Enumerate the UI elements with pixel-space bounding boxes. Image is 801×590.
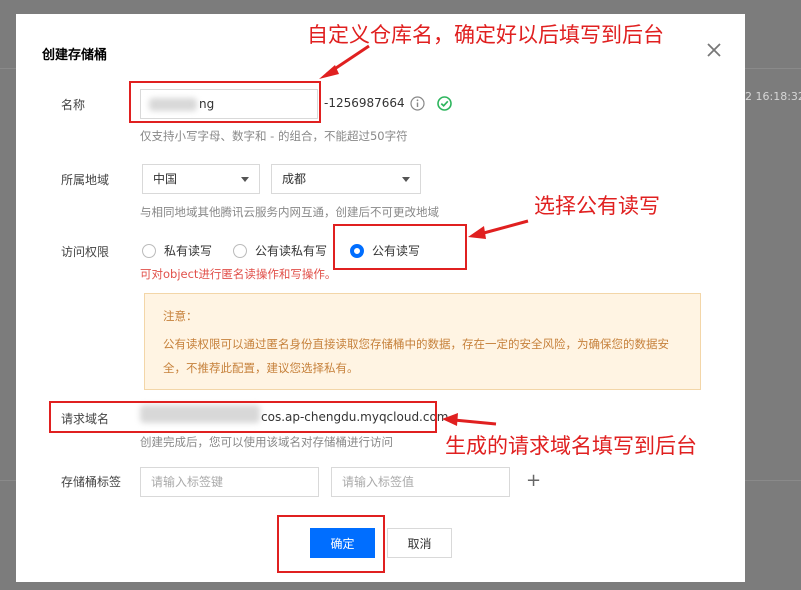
- create-bucket-dialog: 创建存储桶 名称 ng -1256987664 仅支持小写字母、数字和 - 的组…: [16, 14, 745, 582]
- appid-text: -1256987664: [324, 96, 405, 110]
- radio-label: 公有读私有写: [255, 244, 328, 258]
- annotation-access-note: 选择公有读写: [534, 194, 660, 218]
- close-icon[interactable]: [704, 40, 724, 60]
- radio-public-read-private-write[interactable]: 公有读私有写: [233, 242, 327, 259]
- annotation-domain-note: 生成的请求域名填写到后台: [445, 434, 697, 458]
- notice-box: 注意： 公有读权限可以通过匿名身份直接读取您存储桶中的数据，存在一定的安全风险，…: [144, 293, 701, 390]
- name-hint: 仅支持小写字母、数字和 - 的组合，不能超过50字符: [140, 129, 408, 143]
- chevron-down-icon: [402, 177, 410, 182]
- tag-value-input[interactable]: 请输入标签值: [331, 467, 510, 497]
- info-icon[interactable]: [410, 96, 425, 111]
- notice-body: 公有读权限可以通过匿名身份直接读取您存储桶中的数据，存在一定的安全风险，为确保您…: [163, 337, 669, 375]
- notice-title: 注意：: [163, 309, 198, 323]
- cancel-button[interactable]: 取消: [387, 528, 452, 558]
- name-label: 名称: [61, 98, 86, 112]
- background-divider: [745, 68, 801, 69]
- check-circle-icon: [437, 96, 452, 111]
- annotation-box-domain: [49, 401, 437, 433]
- tags-label: 存储桶标签: [61, 475, 122, 489]
- background-divider: [0, 480, 16, 481]
- access-warning: 可对object进行匿名读操作和写操作。: [140, 267, 337, 281]
- annotation-arrow-icon: [319, 44, 370, 79]
- annotation-box-confirm: [277, 515, 385, 573]
- region-city-select[interactable]: 成都: [271, 164, 421, 194]
- chevron-down-icon: [241, 177, 249, 182]
- annotation-arrow-icon: [442, 413, 497, 426]
- dialog-title: 创建存储桶: [42, 48, 108, 63]
- annotation-arrow-icon: [468, 219, 529, 239]
- add-tag-button[interactable]: +: [526, 470, 541, 491]
- region-label: 所属地域: [61, 173, 110, 187]
- region-city-value: 成都: [282, 172, 307, 186]
- annotation-box-name: [129, 81, 321, 123]
- access-label: 访问权限: [61, 245, 110, 259]
- region-hint: 与相同地域其他腾讯云服务内网互通，创建后不可更改地域: [140, 205, 439, 219]
- radio-private-rw[interactable]: 私有读写: [142, 242, 212, 259]
- background-divider: [0, 68, 16, 69]
- annotation-box-access: [333, 224, 467, 270]
- region-area-value: 中国: [153, 172, 178, 186]
- domain-hint: 创建完成后，您可以使用该域名对存储桶进行访问: [140, 435, 393, 449]
- background-timestamp: 2 16:18:32: [745, 90, 801, 103]
- background-divider: [745, 480, 801, 481]
- region-area-select[interactable]: 中国: [142, 164, 260, 194]
- tag-key-input[interactable]: 请输入标签键: [140, 467, 319, 497]
- radio-circle: [233, 243, 247, 258]
- radio-circle: [142, 243, 156, 258]
- radio-label: 私有读写: [164, 244, 213, 258]
